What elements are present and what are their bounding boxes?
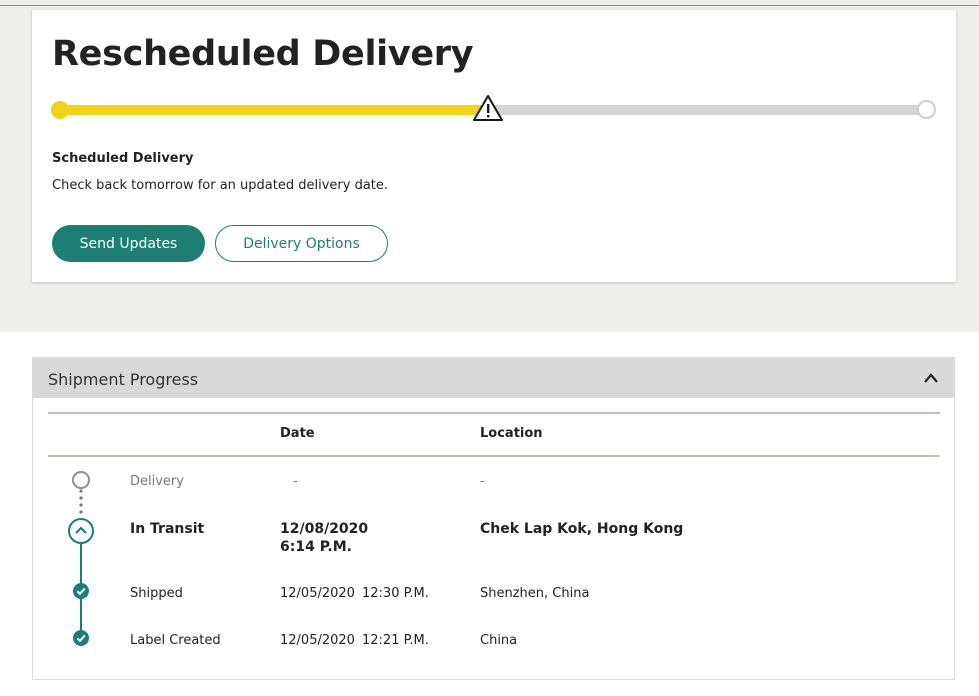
event-status-shipped: Shipped [130, 586, 183, 601]
event-time-label-created: 12:21 P.M. [362, 633, 429, 648]
table-top-rule [48, 412, 940, 414]
event-status-delivery: Delivery [130, 474, 184, 489]
event-location-shipped: Shenzhen, China [480, 586, 590, 601]
event-date-delivery: - [293, 474, 298, 489]
event-location-delivery: - [480, 474, 485, 489]
chevron-up-icon[interactable] [923, 372, 939, 384]
event-location-in-transit: Chek Lap Kok, Hong Kong [480, 521, 684, 537]
empty-circle-icon [72, 471, 90, 489]
event-status-label-created: Label Created [130, 633, 221, 648]
event-date-shipped: 12/05/2020 [280, 586, 355, 601]
event-status-in-transit: In Transit [130, 521, 205, 537]
timeline-dotted-connector [79, 489, 83, 514]
column-header-location: Location [480, 426, 543, 441]
shipment-progress-panel: Shipment Progress Date Location Delivery… [32, 357, 955, 680]
table-header-rule [48, 455, 940, 457]
delivery-options-button[interactable]: Delivery Options [215, 225, 388, 262]
scheduled-delivery-text: Check back tomorrow for an updated deliv… [52, 178, 389, 193]
shipment-progress-title: Shipment Progress [48, 370, 199, 389]
delivery-status-card: Rescheduled Delivery Scheduled Delivery … [32, 10, 956, 282]
scheduled-delivery-label: Scheduled Delivery [52, 151, 194, 166]
event-location-label-created: China [480, 633, 518, 648]
progress-end-dot [917, 100, 936, 119]
event-date-label-created: 12/05/2020 [280, 633, 355, 648]
warning-triangle-icon [473, 95, 503, 121]
column-header-date: Date [280, 426, 315, 441]
event-date-in-transit: 12/08/2020 [280, 521, 369, 537]
page-title: Rescheduled Delivery [52, 34, 474, 74]
check-circle-icon [73, 630, 89, 646]
shipment-progress-header[interactable]: Shipment Progress [33, 358, 954, 398]
event-time-in-transit: 6:14 P.M. [280, 539, 352, 555]
progress-start-dot [51, 101, 69, 119]
event-time-shipped: 12:30 P.M. [362, 586, 429, 601]
top-divider [0, 5, 979, 6]
send-updates-button[interactable]: Send Updates [52, 225, 205, 262]
check-circle-icon [73, 583, 89, 599]
progress-fill [54, 105, 490, 115]
chevron-up-circle-icon[interactable] [68, 518, 94, 544]
